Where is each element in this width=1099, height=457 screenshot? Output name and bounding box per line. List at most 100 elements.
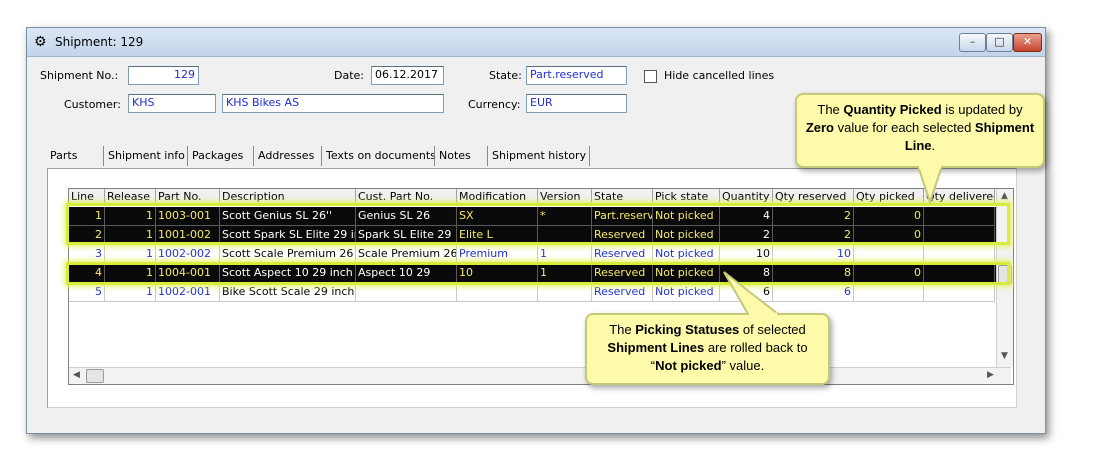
cell-description: Scott Scale Premium 26 in: [220, 245, 356, 264]
cell-modification: [457, 283, 538, 302]
cell-qty-picked: [854, 283, 924, 302]
scroll-down-icon[interactable]: ▼: [1001, 351, 1008, 361]
column-header-description[interactable]: Description: [220, 189, 356, 206]
cell-qty-reserved: 2: [773, 226, 854, 245]
date-label: Date:: [334, 69, 364, 82]
callout-picking-statuses: The Picking Statuses of selected Shipmen…: [585, 313, 830, 385]
cell-state: Part.reserve: [592, 207, 653, 226]
cell-pick-state: Not picked: [653, 226, 720, 245]
callout-text: The: [609, 322, 636, 337]
cell-part-no: 1003-001: [156, 207, 220, 226]
callout-bold-text: Not picked: [655, 358, 722, 373]
column-header-part-no[interactable]: Part No.: [156, 189, 220, 206]
cell-cust-part-no: Aspect 10 29: [356, 264, 457, 283]
vertical-scroll-thumb[interactable]: [998, 265, 1012, 284]
column-header-pick-state[interactable]: Pick state: [653, 189, 720, 206]
hide-cancelled-checkbox[interactable]: [644, 70, 657, 83]
cell-release: 1: [105, 264, 156, 283]
column-header-qty-reserved[interactable]: Qty reserved: [773, 189, 854, 206]
table-row[interactable]: 5 1 1002-001 Bike Scott Scale 29 inch Re…: [69, 283, 1011, 302]
cell-state: Reserved: [592, 264, 653, 283]
cell-state: Reserved: [592, 226, 653, 245]
scroll-left-icon[interactable]: ◀: [73, 370, 80, 380]
column-header-release[interactable]: Release: [105, 189, 156, 206]
callout-quantity-picked: The Quantity Picked is updated by Zero v…: [795, 93, 1045, 168]
horizontal-scroll-thumb[interactable]: [86, 369, 104, 383]
callout-top-pointer: [916, 166, 944, 206]
cell-version: 1: [538, 264, 592, 283]
cell-qty-delivered: [924, 226, 995, 245]
callout-text: value for each selected: [834, 120, 975, 135]
cell-release: 1: [105, 283, 156, 302]
cell-qty-picked: 0: [854, 264, 924, 283]
tab-shipment-history[interactable]: Shipment history: [487, 146, 591, 166]
tab-texts-on-documents[interactable]: Texts on documents: [321, 146, 436, 166]
column-header-version[interactable]: Version: [538, 189, 592, 206]
state-field[interactable]: Part.reserved: [526, 66, 627, 85]
tab-shipment-info[interactable]: Shipment info: [103, 146, 185, 166]
currency-field[interactable]: EUR: [526, 94, 627, 113]
callout-bold-text: Shipment Lines: [607, 340, 705, 355]
column-header-cust-part-no[interactable]: Cust. Part No.: [356, 189, 457, 206]
maximize-icon[interactable]: □: [986, 33, 1013, 52]
cell-description: Scott Aspect 10 29 inch: [220, 264, 356, 283]
hide-cancelled-label: Hide cancelled lines: [664, 69, 775, 82]
cell-pick-state: Not picked: [653, 207, 720, 226]
tab-parts[interactable]: Parts: [50, 146, 77, 166]
cell-quantity: 4: [720, 207, 773, 226]
cell-qty-reserved: 2: [773, 207, 854, 226]
date-field[interactable]: 06.12.2017: [371, 66, 444, 85]
callout-text: of selected: [739, 322, 806, 337]
cell-release: 1: [105, 207, 156, 226]
table-row[interactable]: 2 1 1001-002 Scott Spark SL Elite 29 inc…: [69, 226, 1011, 245]
currency-label: Currency:: [468, 98, 521, 111]
callout-text: is updated by: [941, 102, 1023, 117]
column-header-quantity[interactable]: Quantity: [720, 189, 773, 206]
cell-modification: Elite L: [457, 226, 538, 245]
cell-modification: SX: [457, 207, 538, 226]
cell-cust-part-no: [356, 283, 457, 302]
close-icon[interactable]: ✕: [1013, 33, 1042, 52]
scroll-up-icon[interactable]: ▲: [1001, 191, 1008, 201]
callout-bold-text: Zero: [805, 120, 834, 135]
tab-addresses[interactable]: Addresses: [253, 146, 314, 166]
cell-qty-picked: 0: [854, 226, 924, 245]
column-header-state[interactable]: State: [592, 189, 653, 206]
customer-code-field[interactable]: KHS: [128, 94, 216, 113]
shipment-no-label: Shipment No.:: [40, 69, 119, 82]
callout-bottom-pointer: [723, 271, 781, 316]
cell-state: Reserved: [592, 283, 653, 302]
cell-line: 3: [69, 245, 105, 264]
tab-packages[interactable]: Packages: [187, 146, 243, 166]
parts-grid[interactable]: Line Release Part No. Description Cust. …: [68, 188, 1014, 385]
customer-name-field[interactable]: KHS Bikes AS: [222, 94, 444, 113]
horizontal-scrollbar[interactable]: ◀ ▶: [69, 367, 1011, 384]
callout-text: .: [931, 138, 936, 153]
cell-description: Scott Genius SL 26'': [220, 207, 356, 226]
title-bar[interactable]: ⚙ Shipment: 129 – □ ✕: [27, 28, 1045, 57]
cell-release: 1: [105, 245, 156, 264]
shipment-app-icon: ⚙: [34, 34, 47, 50]
scroll-right-icon[interactable]: ▶: [987, 370, 994, 380]
parts-panel: Line Release Part No. Description Cust. …: [47, 168, 1017, 408]
shipment-window: ⚙ Shipment: 129 – □ ✕ Shipment No.: 129 …: [26, 27, 1046, 434]
callout-text: The: [817, 102, 844, 117]
shipment-no-field[interactable]: 129: [128, 66, 199, 85]
column-header-modification[interactable]: Modification: [457, 189, 538, 206]
cell-part-no: 1002-001: [156, 283, 220, 302]
tab-notes[interactable]: Notes: [434, 146, 471, 166]
table-row[interactable]: 3 1 1002-002 Scott Scale Premium 26 in S…: [69, 245, 1011, 264]
table-row[interactable]: 1 1 1003-001 Scott Genius SL 26'' Genius…: [69, 207, 1011, 226]
cell-qty-delivered: [924, 245, 995, 264]
cell-qty-delivered: [924, 283, 995, 302]
cell-cust-part-no: Scale Premium 26: [356, 245, 457, 264]
vertical-scrollbar[interactable]: ▲ ▼: [996, 189, 1013, 367]
cell-line: 2: [69, 226, 105, 245]
table-row[interactable]: 4 1 1004-001 Scott Aspect 10 29 inch Asp…: [69, 264, 1011, 283]
minimize-icon[interactable]: –: [959, 33, 986, 52]
cell-cust-part-no: Genius SL 26: [356, 207, 457, 226]
callout-bold-text: Quantity Picked: [843, 102, 942, 117]
cell-version: [538, 226, 592, 245]
column-header-line[interactable]: Line: [69, 189, 105, 206]
cell-quantity: 10: [720, 245, 773, 264]
